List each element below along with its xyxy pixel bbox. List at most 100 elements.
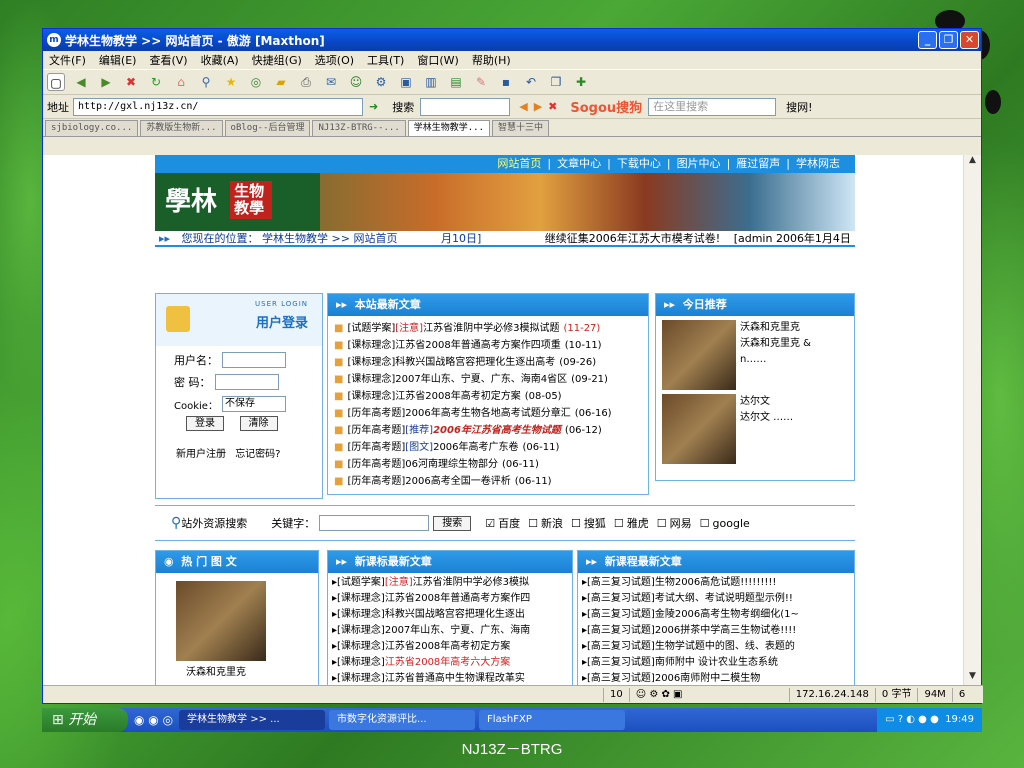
- item-category[interactable]: [课标理念]: [347, 340, 395, 351]
- clear-button[interactable]: 清除: [239, 416, 278, 431]
- search-icon[interactable]: ⚲: [197, 73, 215, 91]
- bookmark-icon[interactable]: ✚: [572, 73, 590, 91]
- quicklaunch-icons[interactable]: ◉ ◉ ◎: [134, 713, 173, 727]
- item-category[interactable]: [课标理念]: [347, 374, 395, 385]
- item-category[interactable]: [课标理念]: [347, 391, 395, 402]
- item-category[interactable]: [课标理念]: [337, 657, 385, 668]
- recommend-item[interactable]: 沃森和克里克 沃森和克里克 & n……: [662, 320, 848, 390]
- item-title[interactable]: 江苏省淮阴中学必修3模拟: [413, 577, 529, 588]
- item-title[interactable]: 2006年高考生物各地高考试题分章汇: [405, 408, 570, 419]
- list-item[interactable]: ■ [课标理念]江苏省2008年普通高考方案作四项重 (10-11): [334, 337, 642, 354]
- menu-item[interactable]: 快捷组(G): [252, 52, 302, 68]
- item-title[interactable]: 江苏省淮阴中学必修3模拟试题: [423, 323, 559, 334]
- scroll-up-icon[interactable]: ▲: [964, 155, 981, 171]
- engine-checkbox[interactable]: ☐: [528, 517, 538, 530]
- taskbar-item[interactable]: 学林生物教学 >> ...: [179, 710, 326, 730]
- list-item[interactable]: ▸[课标理念]2007年山东、宁夏、广东、海南: [332, 623, 568, 639]
- browser-tab[interactable]: sjbiology.co...: [45, 120, 139, 136]
- item-category[interactable]: [课标理念]: [337, 625, 385, 636]
- item-title[interactable]: 江苏省2008年高考初定方案: [395, 391, 520, 402]
- item-category[interactable]: [课标理念]: [337, 641, 385, 652]
- item-category[interactable]: [历年高考题]: [347, 459, 405, 470]
- item-title[interactable]: [高三复习试题]生物学试题中的图、线、表题的: [587, 641, 795, 652]
- item-title[interactable]: [高三复习试题]金陵2006高考生物考纲细化(1~: [587, 609, 799, 620]
- item-title[interactable]: 2007年山东、宁夏、广东、海南: [385, 625, 530, 636]
- prev-icon[interactable]: ◀: [519, 100, 527, 113]
- image-icon[interactable]: ▤: [447, 73, 465, 91]
- favorites-icon[interactable]: ★: [222, 73, 240, 91]
- list-item[interactable]: ▸[课标理念]江苏省2008年高考六大方案: [332, 655, 568, 671]
- home-icon[interactable]: ⌂: [172, 73, 190, 91]
- item-category[interactable]: [历年高考题]: [347, 442, 405, 453]
- item-title[interactable]: 2007年山东、宁夏、广东、海南4省区: [395, 374, 567, 385]
- vertical-scrollbar[interactable]: ▲ ▼: [963, 155, 981, 687]
- list-item[interactable]: ▸[高三复习试题]考试大纲、考试说明题型示例!!: [582, 591, 850, 607]
- tools-icon[interactable]: ✎: [472, 73, 490, 91]
- nav-link[interactable]: 网站首页: [497, 157, 541, 170]
- menu-item[interactable]: 选项(O): [315, 52, 354, 68]
- engine-checkbox[interactable]: ☐: [571, 517, 581, 530]
- item-title[interactable]: 科教兴国战略宫容把理化生逐出: [385, 609, 525, 620]
- item-category[interactable]: [课标理念]: [347, 357, 395, 368]
- save-icon[interactable]: ▪: [497, 73, 515, 91]
- nav-link[interactable]: 图片中心: [677, 157, 721, 170]
- search-input[interactable]: [420, 97, 511, 116]
- sogou-search-input[interactable]: 在这里搜索: [648, 97, 777, 116]
- item-title[interactable]: 06河南理综生物部分: [405, 459, 498, 470]
- forgot-link[interactable]: 忘记密码?: [235, 449, 280, 460]
- copy-icon[interactable]: ❐: [547, 73, 565, 91]
- nav-link[interactable]: 下载中心: [617, 157, 661, 170]
- item-category[interactable]: [课标理念]: [337, 593, 385, 604]
- register-link[interactable]: 新用户注册: [176, 449, 226, 460]
- browser-tab[interactable]: 智慧十三中: [492, 120, 550, 136]
- item-title[interactable]: 江苏省普通高中生物课程改革实: [385, 673, 525, 684]
- list-item[interactable]: ▸[高三复习试题]南师附中 设计农业生态系统: [582, 655, 850, 671]
- next-icon[interactable]: ▶: [534, 100, 542, 113]
- item-title[interactable]: 2006年江苏省高考生物试题: [433, 425, 561, 436]
- item-title[interactable]: 江苏省2008年高考六大方案: [385, 657, 510, 668]
- password-input[interactable]: [214, 374, 279, 390]
- recommend-title[interactable]: 沃森和克里克: [740, 320, 811, 336]
- keyword-input[interactable]: [319, 515, 430, 531]
- folder-icon[interactable]: ▰: [272, 73, 290, 91]
- browser-tab[interactable]: 学林生物教学...: [407, 120, 491, 136]
- stop-icon[interactable]: ✖: [122, 73, 140, 91]
- external-search-button[interactable]: 搜索: [433, 515, 472, 531]
- print-icon[interactable]: ⎙: [297, 73, 315, 91]
- menu-item[interactable]: 编辑(E): [99, 52, 137, 68]
- list-item[interactable]: ▸[高三复习试题]生物学试题中的图、线、表题的: [582, 639, 850, 655]
- close-button[interactable]: ✕: [960, 31, 979, 49]
- item-title[interactable]: 2006高考全国一卷评析: [405, 476, 510, 487]
- menu-item[interactable]: 窗口(W): [417, 52, 458, 68]
- menu-item[interactable]: 文件(F): [49, 52, 86, 68]
- item-title[interactable]: [高三复习试题]2006南师附中二模生物: [587, 673, 760, 684]
- engine-checkbox[interactable]: ☐: [700, 517, 710, 530]
- recommend-thumbnail[interactable]: [662, 394, 736, 464]
- hot-image-caption[interactable]: 沃森和克里克: [176, 663, 318, 678]
- list-item[interactable]: ▸[课标理念]江苏省2008年普通高考方案作四: [332, 591, 568, 607]
- new-page-icon[interactable]: ▢: [47, 73, 65, 91]
- item-title[interactable]: [高三复习试题]南师附中 设计农业生态系统: [587, 657, 778, 668]
- clear-icon[interactable]: ✖: [548, 100, 557, 113]
- item-category[interactable]: [历年高考题]: [347, 408, 405, 419]
- browser-tab[interactable]: oBlog--后台管理: [224, 120, 311, 136]
- taskbar-item[interactable]: FlashFXP: [479, 710, 626, 730]
- list-item[interactable]: ■ [课标理念]2007年山东、宁夏、广东、海南4省区 (09-21): [334, 371, 642, 388]
- nav-link[interactable]: 学林网志: [796, 157, 840, 170]
- list-item[interactable]: ■ [历年高考题]2006年高考生物各地高考试题分章汇 (06-16): [334, 405, 642, 422]
- item-category[interactable]: [历年高考题]: [347, 476, 405, 487]
- item-title[interactable]: 江苏省2008年普通高考方案作四: [385, 593, 530, 604]
- item-category[interactable]: [课标理念]: [337, 673, 385, 684]
- item-category[interactable]: [试题学案]: [337, 577, 385, 588]
- menu-item[interactable]: 查看(V): [149, 52, 187, 68]
- minimize-button[interactable]: _: [918, 31, 937, 49]
- item-category[interactable]: [课标理念]: [337, 609, 385, 620]
- menu-item[interactable]: 工具(T): [367, 52, 404, 68]
- list-item[interactable]: ■ [历年高考题][推荐]2006年江苏省高考生物试题 (06-12): [334, 422, 642, 439]
- list-item[interactable]: ▸[课标理念]科教兴国战略宫容把理化生逐出: [332, 607, 568, 623]
- list-item[interactable]: ■ [历年高考题][图文]2006年高考广东卷 (06-11): [334, 439, 642, 456]
- start-button[interactable]: ⊞ 开始: [42, 708, 128, 732]
- maximize-button[interactable]: ❐: [939, 31, 958, 49]
- username-input[interactable]: [222, 352, 286, 368]
- list-item[interactable]: ▸[试题学案][注意]江苏省淮阴中学必修3模拟: [332, 575, 568, 591]
